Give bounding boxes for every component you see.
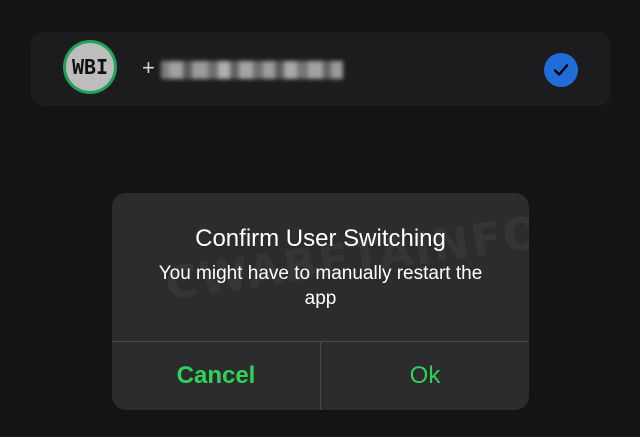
avatar-image: WBI <box>66 43 114 91</box>
dialog-title: Confirm User Switching <box>195 225 446 252</box>
avatar: WBI <box>63 40 117 94</box>
screen: WBI + CWABETAINFO <box>0 0 640 437</box>
avatar-initials: WBI <box>71 55 109 79</box>
account-row[interactable]: WBI + <box>31 32 610 106</box>
phone-prefix: + <box>142 55 155 80</box>
cancel-button[interactable]: Cancel <box>112 342 320 410</box>
checkmark-icon <box>544 53 578 87</box>
dialog-message: You might have to manually restart the a… <box>158 263 483 309</box>
ok-button[interactable]: Ok <box>321 342 529 410</box>
confirm-dialog: CWABETAINFO Confirm User Switching You m… <box>112 193 529 410</box>
phone-number-obscured <box>161 61 343 79</box>
